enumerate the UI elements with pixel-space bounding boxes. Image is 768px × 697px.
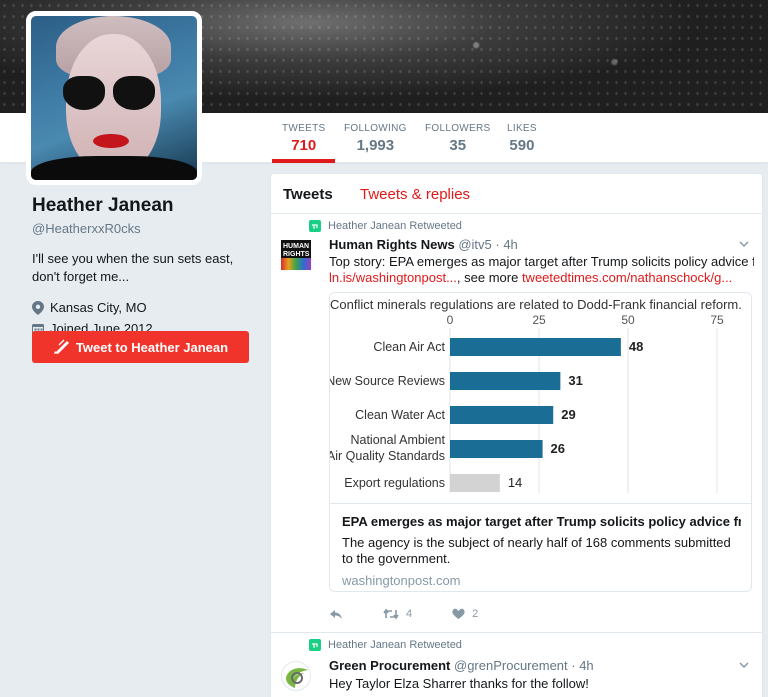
chevron-down-icon[interactable] [738,659,750,671]
avatar-text: HUMAN RIGHTS [283,243,310,258]
tweet-text: Hey Taylor Elza Sharrer thanks for the f… [329,676,589,691]
tweet-time[interactable]: · 4h [495,237,517,252]
profile-handle[interactable]: @HeatherxxR0cks [32,221,257,236]
tweet-handle[interactable]: @itv5 [458,237,491,252]
tweet-link-separator: , see more [456,270,522,285]
avatar-sunglasses-left [63,76,105,110]
heart-icon [452,608,465,619]
profile-card: Heather Janean @HeatherxxR0cks I'll see … [32,195,257,336]
retweet-context: Heather Janean Retweeted [309,220,462,232]
avatar-sunglasses-right [113,76,155,110]
retweet-button[interactable]: 4 [383,608,412,620]
chart-bar [450,440,543,458]
chart-category-label: Clean Water Act [355,408,445,422]
tweet-avatar[interactable]: HUMAN RIGHTS [281,240,311,270]
chart-bar [450,406,554,424]
tweet-avatar[interactable] [281,661,311,691]
card-body: EPA emerges as major target after Trump … [330,503,751,591]
retweeted-by-text[interactable]: Heather Janean Retweeted [328,639,462,651]
profile-location-text: Kansas City, MO [50,300,147,315]
tweet-link-1[interactable]: ln.is/washingtonpost... [329,270,457,285]
retweet-count: 4 [406,608,413,620]
bar-chart: Conflict minerals regulations are relate… [330,297,742,493]
chart-data-label: 31 [568,373,582,388]
timeline: Tweets Tweets & replies Heather Janean R… [270,173,763,697]
chart-data-label: 29 [561,407,575,422]
tweet-header: Green Procurement @grenProcurement · 4h [329,658,594,673]
card-description: The agency is the subject of nearly half… [342,535,731,566]
chart-category-label: Export regulations [344,476,445,490]
like-button[interactable]: 2 [452,608,478,620]
chart-category-label: Air Quality Standards [330,449,445,463]
stat-tweets-value: 710 [291,137,317,154]
tab-tweets[interactable]: Tweets [283,186,333,203]
tweet-item[interactable]: Heather Janean Retweeted Green Procureme… [271,633,762,697]
retweeted-by-text[interactable]: Heather Janean Retweeted [328,220,462,232]
profile-avatar[interactable] [26,11,202,185]
like-count: 2 [472,608,479,620]
chart-x-tick-label: 75 [710,313,724,327]
profile-bio: I'll see you when the sun sets east, don… [32,251,234,284]
avatar-hands-graphic [281,258,311,270]
leaf-logo-icon [286,668,308,688]
tweet-item[interactable]: Heather Janean Retweeted HUMAN RIGHTS Hu… [271,214,762,632]
chart-data-label: 48 [629,339,643,354]
stat-likes-value: 590 [509,137,535,154]
stat-following-label: FOLLOWING [344,123,407,134]
retweet-icon [309,639,321,651]
tweet-text: Top story: EPA emerges as major target a… [329,254,754,269]
chart-data-label: 26 [551,441,565,456]
retweet-context: Heather Janean Retweeted [309,639,462,651]
tab-tweets-replies[interactable]: Tweets & replies [360,186,470,203]
tweet-to-button[interactable]: Tweet to Heather Janean [32,331,249,363]
retweet-icon [309,220,321,232]
stat-likes[interactable]: LIKES 590 [507,123,537,154]
compose-feather-icon [53,339,69,354]
stat-followers-value: 35 [449,137,467,154]
reply-button[interactable] [329,609,343,620]
tweet-links: ln.is/washingtonpost..., see more tweete… [329,270,754,285]
avatar-shoulder [31,156,197,180]
profile-location: Kansas City, MO [32,300,257,315]
chart-bar [450,338,621,356]
stat-followers[interactable]: FOLLOWERS 35 [425,123,491,154]
tweet-to-button-label: Tweet to Heather Janean [75,339,229,355]
chart-category-label: Clean Air Act [373,340,445,354]
retweet-icon [383,608,399,620]
timeline-tabs: Tweets Tweets & replies [271,174,762,214]
stat-tweets-label: TWEETS [282,123,326,134]
tweet-author[interactable]: Human Rights News [329,237,455,252]
tweet-header: Human Rights News @itv5 · 4h [329,237,518,252]
chart-bar [450,474,500,492]
chart-data-label: 14 [508,475,522,490]
avatar-lips [93,134,129,148]
chart-bar [450,372,561,390]
tweet-author[interactable]: Green Procurement [329,658,450,673]
tweet-time[interactable]: · 4h [571,658,593,673]
link-card[interactable]: Conflict minerals regulations are relate… [329,292,752,592]
card-chart: Conflict minerals regulations are relate… [330,293,751,503]
chart-category-label: New Source Reviews [330,374,445,388]
tweet-link-2[interactable]: tweetedtimes.com/nathanschock/g... [522,270,732,285]
stat-followers-label: FOLLOWERS [425,123,491,134]
chart-category-label: National Ambient [350,433,445,447]
reply-icon [330,609,342,619]
stat-following[interactable]: FOLLOWING 1,993 [344,123,407,154]
location-pin-icon [32,300,44,315]
card-title: EPA emerges as major target after Trump … [342,514,741,529]
stat-likes-label: LIKES [507,123,537,134]
chart-x-tick-label: 50 [621,313,635,327]
stat-tweets[interactable]: TWEETS 710 [271,123,337,163]
chart-title: Conflict minerals regulations are relate… [330,297,742,312]
card-domain: washingtonpost.com [342,573,461,588]
tweet-handle[interactable]: @grenProcurement [454,658,568,673]
chart-x-tick-label: 0 [447,313,454,327]
chart-x-tick-label: 25 [532,313,546,327]
stat-following-value: 1,993 [356,137,395,154]
chevron-down-icon[interactable] [738,238,750,250]
tweet-actions: 4 2 [329,608,518,620]
profile-name[interactable]: Heather Janean [32,195,257,217]
